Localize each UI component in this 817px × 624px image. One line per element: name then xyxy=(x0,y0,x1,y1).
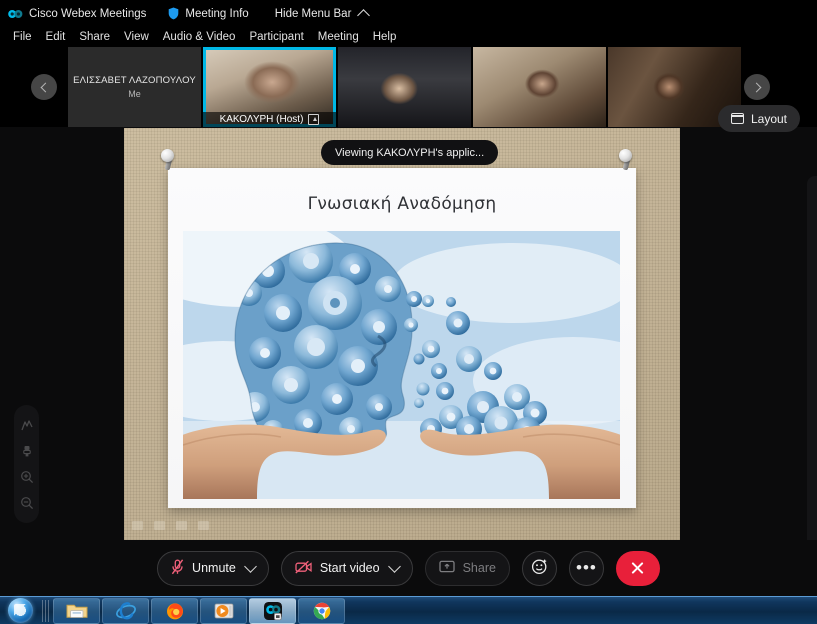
pushpin-left-icon xyxy=(161,149,179,171)
taskbar-file-explorer-icon[interactable] xyxy=(53,597,100,624)
leave-meeting-button[interactable] xyxy=(615,550,660,586)
hide-menu-bar-label: Hide Menu Bar xyxy=(274,7,352,20)
taskbar-firefox-icon[interactable] xyxy=(151,597,198,624)
layout-icon xyxy=(730,113,744,124)
menu-item-edit[interactable]: Edit xyxy=(39,30,73,44)
participant-tile-host[interactable]: ΚΑΚΟΛΥΡΗ (Host) xyxy=(203,47,336,127)
pushpin-right-icon xyxy=(619,149,637,171)
menu-item-participant[interactable]: Participant xyxy=(242,30,310,44)
chevron-down-icon[interactable] xyxy=(387,559,401,573)
layout-button[interactable]: Layout xyxy=(717,105,800,132)
filmstrip-next-button[interactable] xyxy=(744,74,770,100)
webex-logo-icon xyxy=(8,8,23,20)
menu-item-help[interactable]: Help xyxy=(366,30,404,44)
participant-tiles: ΕΛΙΣΣΑΒΕΤ ΛΑΖΟΠΟΥΛΟΥ Me ΚΑΚΟΛΥΡΗ (Host) xyxy=(68,47,741,127)
unmute-button[interactable]: Unmute xyxy=(157,550,269,586)
app-title-label: Cisco Webex Meetings xyxy=(29,7,147,20)
share-button-label: Share xyxy=(462,561,496,575)
taskbar-webex-icon[interactable] xyxy=(249,597,296,624)
viewing-banner: Viewing ΚΑΚΟΛΥΡΗ's applic... xyxy=(321,140,499,165)
menu-item-view[interactable]: View xyxy=(117,30,156,44)
title-bar: Cisco Webex Meetings Meeting Info Hide M… xyxy=(0,0,817,27)
corkboard-icon-1 xyxy=(132,521,143,530)
reactions-smiley-icon xyxy=(531,558,548,578)
participant-name-overlay: ΚΑΚΟΛΥΡΗ (Host) xyxy=(203,112,336,127)
participant-self-label: Me xyxy=(128,89,141,99)
corkboard-tool-icons xyxy=(132,521,209,530)
layout-button-label: Layout xyxy=(750,111,787,126)
windows-taskbar xyxy=(0,596,817,624)
participant-name: ΕΛΙΣΣΑΒΕΤ ΛΑΖΟΠΟΥΛΟΥ xyxy=(73,75,196,86)
highlighter-icon[interactable] xyxy=(18,442,36,460)
hide-menu-bar-button[interactable]: Hide Menu Bar xyxy=(274,7,371,22)
menu-item-meeting[interactable]: Meeting xyxy=(311,30,366,44)
corkboard-icon-2 xyxy=(154,521,165,530)
presentation-slide: Γνωσιακή Αναδόμηση xyxy=(168,168,636,508)
shared-content-stage: Γνωσιακή Αναδόμηση Viewing ΚΑΚΟΛΥΡΗ's ap… xyxy=(0,127,817,624)
shield-icon xyxy=(168,7,179,20)
participant-tile-self[interactable]: ΕΛΙΣΣΑΒΕΤ ΛΑΖΟΠΟΥΛΟΥ Me xyxy=(68,47,201,127)
chevron-up-icon xyxy=(357,9,371,22)
participant-filmstrip: ΕΛΙΣΣΑΒΕΤ ΛΑΖΟΠΟΥΛΟΥ Me ΚΑΚΟΛΥΡΗ (Host) … xyxy=(0,47,817,132)
corkboard-icon-4 xyxy=(198,521,209,530)
meeting-info-button[interactable]: Meeting Info xyxy=(168,7,249,20)
participant-name: ΚΑΚΟΛΥΡΗ (Host) xyxy=(219,114,304,125)
chevron-down-icon[interactable] xyxy=(243,559,257,573)
slide-image xyxy=(183,231,620,499)
chevron-right-icon xyxy=(751,82,761,92)
zoom-out-icon[interactable] xyxy=(18,494,36,512)
microphone-muted-icon xyxy=(171,558,184,578)
start-orb-icon[interactable] xyxy=(1,598,39,624)
participant-tile-4[interactable] xyxy=(473,47,606,127)
meeting-info-label: Meeting Info xyxy=(185,7,249,20)
annotation-toolbar xyxy=(14,405,39,523)
laser-pointer-icon[interactable] xyxy=(18,416,36,434)
participant-tile-3[interactable] xyxy=(338,47,471,127)
taskbar-divider xyxy=(42,599,49,622)
share-screen-icon xyxy=(438,560,455,576)
filmstrip-prev-button[interactable] xyxy=(31,74,57,100)
start-video-button[interactable]: Start video xyxy=(280,550,413,586)
app-title: Cisco Webex Meetings xyxy=(8,8,146,20)
menu-item-share[interactable]: Share xyxy=(72,30,117,44)
meeting-control-bar: Unmute Start video Share ••• xyxy=(0,540,817,596)
taskbar-media-player-icon[interactable] xyxy=(200,597,247,624)
zoom-in-icon[interactable] xyxy=(18,468,36,486)
corkboard-icon-3 xyxy=(176,521,187,530)
menu-item-file[interactable]: File xyxy=(6,30,39,44)
taskbar-internet-explorer-icon[interactable] xyxy=(102,597,149,624)
webex-meeting-window: Cisco Webex Meetings Meeting Info Hide M… xyxy=(0,0,817,624)
shared-application-surface[interactable]: Γνωσιακή Αναδόμηση xyxy=(124,128,680,540)
menu-bar: File Edit Share View Audio & Video Parti… xyxy=(0,27,817,47)
end-call-icon xyxy=(630,561,645,576)
camera-off-icon xyxy=(295,560,312,577)
more-options-button[interactable]: ••• xyxy=(568,550,604,586)
more-options-icon: ••• xyxy=(576,558,597,577)
slide-title: Γνωσιακή Αναδόμηση xyxy=(307,194,497,214)
unmute-button-label: Unmute xyxy=(192,561,236,575)
chevron-left-icon xyxy=(40,82,50,92)
menu-item-audio-video[interactable]: Audio & Video xyxy=(156,30,243,44)
taskbar-chrome-icon[interactable] xyxy=(298,597,345,624)
start-video-button-label: Start video xyxy=(319,561,380,575)
share-button[interactable]: Share xyxy=(424,550,510,586)
sharing-indicator-icon xyxy=(308,114,320,125)
reactions-button[interactable] xyxy=(521,550,557,586)
